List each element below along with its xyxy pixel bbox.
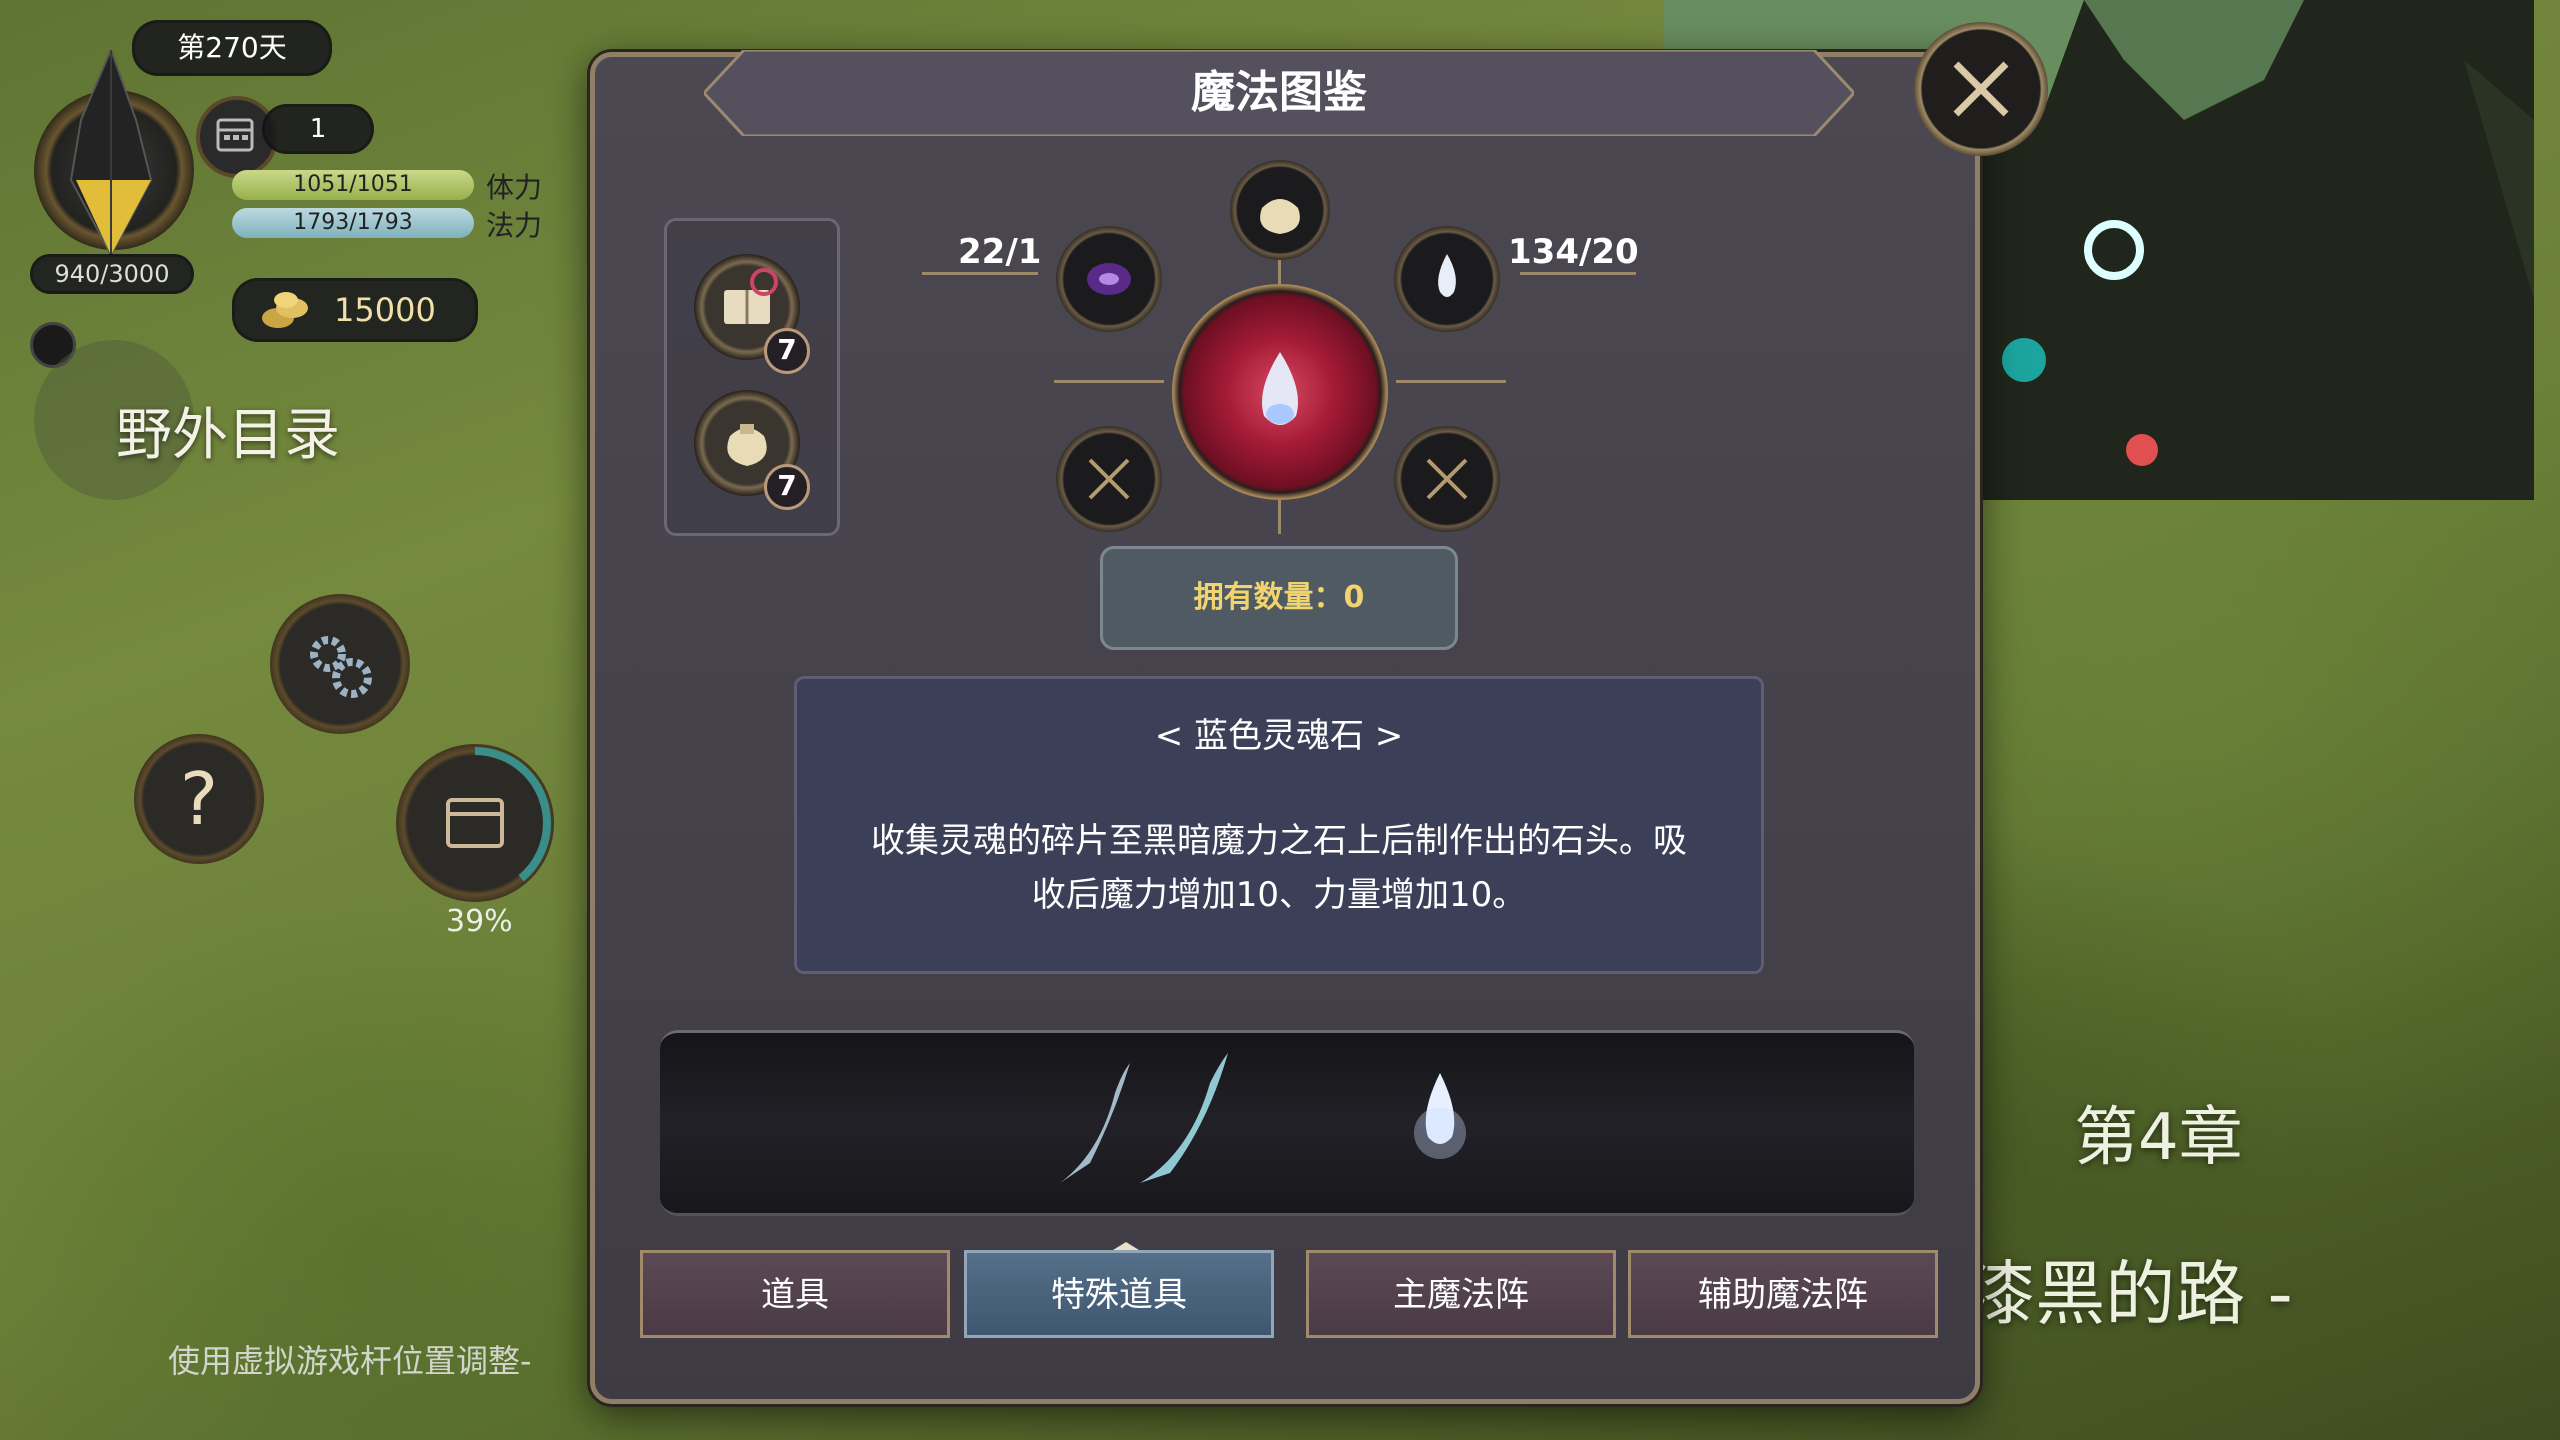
item-description-line: 收集灵魂的碎片至黑暗魔力之石上后制作出的石头。吸: [871, 821, 1687, 861]
dialog-title: 魔法图鉴: [1191, 67, 1367, 118]
calendar-count: 1: [262, 104, 374, 154]
soul-shard-icon: [1060, 1063, 1130, 1183]
tab-items[interactable]: 道具: [640, 1250, 950, 1338]
close-icon: [1953, 61, 2009, 117]
joystick-hint: 使用虚拟游戏杆位置调整-: [168, 1342, 532, 1380]
schedule-calendar-icon[interactable]: [396, 744, 554, 902]
tab-special-items[interactable]: 特殊道具: [964, 1250, 1274, 1338]
item-name: < 蓝色灵魂石 >: [1154, 716, 1404, 756]
tab-support-magic-circle[interactable]: 辅助魔法阵: [1628, 1250, 1938, 1338]
empty-slot-left[interactable]: [1056, 426, 1162, 532]
result-core-slot[interactable]: [1172, 284, 1388, 500]
mp-bar: 1793/1793: [232, 208, 474, 238]
exp-counter: 940/3000: [30, 254, 194, 294]
close-button[interactable]: [1914, 22, 2048, 156]
chapter-title: 第4章: [2074, 1101, 2243, 1175]
preview-strip: [660, 1030, 1914, 1216]
field-catalog-label[interactable]: 野外目录: [116, 390, 340, 471]
progress-percent: 39%: [446, 904, 513, 939]
connector-line: [1520, 272, 1636, 275]
soul-flame-icon: [1414, 1073, 1466, 1159]
item-description-line: 收后魔力增加10、力量增加10。: [1031, 875, 1527, 915]
tab-main-magic-circle[interactable]: 主魔法阵: [1306, 1250, 1616, 1338]
connector-line: [1054, 380, 1164, 383]
locked-x-icon: [1426, 458, 1468, 500]
dark-magic-stone-icon: [1087, 263, 1131, 295]
dark-orb-slot[interactable]: [1056, 226, 1162, 332]
stat-left: 22/1: [958, 232, 1042, 272]
spellbook-count: 7: [764, 328, 810, 374]
soul-crystal-icon: [69, 50, 153, 258]
pouch-count: 7: [764, 464, 810, 510]
owned-count: 拥有数量：0: [1100, 546, 1458, 650]
hp-bar: 1051/1051: [232, 170, 474, 200]
help-icon[interactable]: ?: [134, 734, 264, 864]
settings-gear-icon[interactable]: [270, 594, 410, 734]
soul-shard-icon: [1140, 1053, 1228, 1183]
soul-flame-slot[interactable]: [1394, 226, 1500, 332]
connector-line: [922, 272, 1038, 275]
connector-line: [1278, 500, 1281, 534]
connector-line: [1396, 380, 1506, 383]
locked-x-icon: [1088, 458, 1130, 500]
soul-flame-icon: [1438, 254, 1456, 297]
pouch-slot[interactable]: [1230, 160, 1330, 260]
stat-right: 134/20: [1508, 232, 1639, 272]
pouch-icon: [1260, 199, 1300, 234]
item-description: 收集灵魂的碎片至黑暗魔力之石上后制作出的石头。吸 收后魔力增加10、力量增加10…: [844, 814, 1714, 922]
chapter-subtitle: -漆黑的路 -: [1940, 1253, 2293, 1335]
empty-slot-right[interactable]: [1394, 426, 1500, 532]
gold-coins-icon: [262, 292, 308, 328]
hp-label: 体力: [486, 171, 543, 204]
blue-soul-stone-icon: [1262, 352, 1298, 425]
mp-label: 法力: [486, 209, 543, 242]
